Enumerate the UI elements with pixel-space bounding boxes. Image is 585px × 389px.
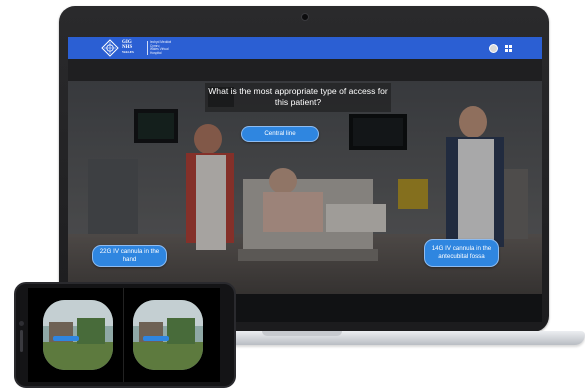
laptop-base [190, 331, 585, 345]
vr-divider [123, 288, 124, 382]
answer-14g-cannula-button[interactable]: 14G IV cannula in the antecubital fossa [424, 239, 499, 267]
vr-left-eye-view [43, 300, 113, 370]
org-line-4: Hospital [150, 50, 162, 55]
phone-speaker [20, 330, 23, 352]
laptop-notch [262, 331, 342, 336]
grid-menu-icon[interactable] [505, 45, 512, 52]
laptop-screen: GIG NHS WALES Iechyd Meddwl Cymru Wales … [68, 37, 542, 294]
org-name: Iechyd Meddwl Cymru Wales Virtual Hospit… [150, 40, 176, 55]
nhs-wales-logo[interactable] [101, 39, 119, 57]
user-avatar-icon[interactable] [489, 44, 498, 53]
logo-divider [147, 41, 148, 55]
laptop-camera [301, 13, 309, 21]
logo-country-text: WALES [122, 50, 134, 54]
phone-vr-screen[interactable] [28, 288, 220, 382]
app-header: GIG NHS WALES Iechyd Meddwl Cymru Wales … [68, 37, 542, 59]
answer-22g-cannula-button[interactable]: 22G IV cannula in the hand [92, 245, 167, 267]
logo-wordmark: GIG NHS WALES [122, 40, 134, 55]
vr-scene[interactable]: What is the most appropriate type of acc… [68, 59, 542, 294]
answer-central-line-button[interactable]: Central line [241, 126, 319, 142]
phone-camera [19, 321, 24, 326]
question-text: What is the most appropriate type of acc… [208, 86, 388, 107]
vr-right-eye-view [133, 300, 203, 370]
